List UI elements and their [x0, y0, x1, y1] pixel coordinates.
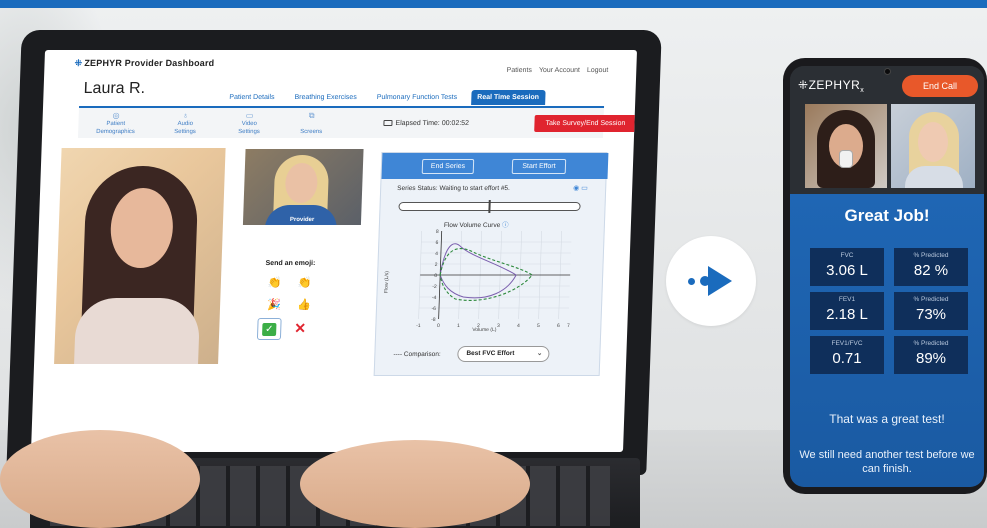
slider-thumb[interactable]: [488, 200, 491, 213]
user-icon: ◎: [112, 111, 120, 120]
audio-settings-button[interactable]: ♁ Audio Settings: [174, 111, 197, 136]
fev1-stat: FEV1 2.18 L: [810, 292, 884, 330]
svg-text:6: 6: [435, 240, 438, 246]
tab-breathing-exercises[interactable]: Breathing Exercises: [288, 90, 363, 105]
screen-icon: ⧉: [308, 111, 315, 120]
x-emoji-button[interactable]: ✕: [294, 320, 306, 337]
svg-text:0: 0: [434, 273, 437, 279]
results-panel: Great Job! FVC 3.06 L % Predicted 82 % FEV…: [790, 194, 984, 487]
left-hand: [0, 430, 200, 528]
comparison-label: ---- Comparison:: [393, 351, 441, 358]
svg-text:-8: -8: [431, 317, 436, 323]
thumbs-up-emoji-button[interactable]: 👍: [296, 298, 312, 312]
video-icon: ▭: [245, 111, 254, 120]
provider-video: Provider: [242, 149, 364, 225]
svg-text:4: 4: [517, 323, 520, 329]
zephyr-logo-icon: ⁜: [74, 58, 83, 68]
y-tick-labels: 8 6 4 2 0 -2 -4 -6 -8: [431, 229, 439, 323]
series-status: Series Status: Waiting to start effort #…: [397, 185, 511, 192]
fev1-predicted-stat: % Predicted 73%: [894, 292, 968, 330]
phone-screen: ⁜ZEPHYRx End Call Great Job! FVC 3.06 L %…: [790, 66, 984, 487]
svg-text:2: 2: [435, 262, 438, 268]
nav-account-link[interactable]: Your Account: [539, 67, 580, 74]
svg-text:-1: -1: [416, 323, 421, 329]
flow-panel-header: End Series Start Effort: [381, 153, 609, 179]
patient-call-video: [805, 104, 887, 188]
svg-text:3: 3: [497, 323, 500, 329]
end-series-button[interactable]: End Series: [421, 159, 475, 174]
nav-patients-link[interactable]: Patients: [506, 67, 532, 74]
provider-call-video: [891, 104, 975, 188]
svg-text:5: 5: [537, 323, 540, 329]
video-settings-button[interactable]: ▭ Video Settings: [238, 111, 261, 136]
camera-icon: [383, 120, 393, 126]
arrow-right-icon: [708, 266, 732, 296]
end-call-button[interactable]: End Call: [902, 75, 978, 97]
tab-pulmonary-function-tests[interactable]: Pulmonary Function Tests: [371, 90, 464, 105]
y-axis-label: Flow (L/s): [383, 271, 391, 293]
tab-real-time-session[interactable]: Real Time Session: [470, 90, 546, 105]
arrow-dot-icon: [688, 278, 695, 285]
front-camera: [884, 68, 891, 75]
fvc-stat: FVC 3.06 L: [810, 248, 884, 286]
right-hand: [300, 440, 530, 528]
top-nav: Patients Your Account Logout: [506, 67, 608, 74]
svg-text:-6: -6: [431, 306, 436, 312]
laptop-screen: ⁜ ZEPHYR Provider Dashboard Patients Your…: [30, 50, 638, 452]
flow-volume-chart: 8 6 4 2 0 -2 -4 -6 -8 -1 0 1 2 3 4 5 6 7: [416, 229, 572, 329]
elapsed-time: Elapsed Time: 00:02:52: [383, 120, 469, 127]
check-emoji-button[interactable]: ✓: [256, 318, 282, 340]
clap-emoji-button-1[interactable]: 👏: [267, 276, 283, 290]
take-survey-end-session-button[interactable]: Take Survey/End Session: [534, 115, 637, 132]
svg-text:0: 0: [437, 323, 440, 329]
patient-video: [54, 148, 226, 364]
transfer-arrow-badge: [666, 236, 756, 326]
fev1-fvc-stat: FEV1/FVC 0.71: [810, 336, 884, 374]
emoji-title: Send an emoji:: [265, 260, 316, 267]
nav-logout-link[interactable]: Logout: [587, 67, 609, 74]
check-icon: ✓: [262, 323, 277, 336]
svg-text:8: 8: [436, 229, 439, 235]
x-axis-label: Volume (L): [472, 327, 497, 333]
phone-call-area: ⁜ZEPHYRx End Call: [790, 66, 984, 194]
top-banner-strip: [0, 0, 987, 8]
effort-slider[interactable]: [398, 200, 581, 213]
patient-demographics-button[interactable]: ◎ Patient Demographics: [96, 111, 136, 136]
fvc-predicted-stat: % Predicted 82 %: [894, 248, 968, 286]
results-headline: Great Job!: [844, 206, 930, 225]
comparison-select[interactable]: Best FVC Effort ⌄: [457, 346, 550, 362]
provider-label: Provider: [289, 217, 315, 223]
phone-logo: ⁜ZEPHYRx: [798, 78, 865, 94]
dashboard-header: ⁜ ZEPHYR Provider Dashboard Patients Your…: [44, 50, 637, 74]
next-test-message: We still need another test before we can…: [799, 449, 975, 475]
result-message: That was a great test!: [829, 412, 945, 426]
svg-text:4: 4: [435, 251, 438, 257]
clap-emoji-button-2[interactable]: 👏: [297, 276, 313, 290]
svg-text:6: 6: [557, 323, 560, 329]
party-emoji-button[interactable]: 🎉: [266, 298, 282, 312]
screens-button[interactable]: ⧉ Screens: [300, 111, 323, 136]
svg-text:7: 7: [567, 323, 570, 329]
fev1-fvc-predicted-stat: % Predicted 89%: [894, 336, 968, 374]
session-toolbar: ◎ Patient Demographics ♁ Audio Settings …: [77, 108, 637, 138]
svg-text:-2: -2: [432, 284, 437, 290]
chevron-down-icon: ⌄: [536, 350, 543, 357]
status-toggle-icon[interactable]: ◉ ▭: [573, 184, 588, 192]
svg-text:-4: -4: [432, 295, 437, 301]
start-effort-button[interactable]: Start Effort: [511, 159, 567, 174]
tab-patient-details[interactable]: Patient Details: [223, 90, 281, 105]
dashboard-logo: ⁜ ZEPHYR Provider Dashboard: [74, 58, 215, 68]
flow-volume-panel: End Series Start Effort Series Status: W…: [373, 152, 609, 376]
microphone-icon: ♁: [182, 111, 189, 120]
dashboard-tabs: Patient Details Breathing Exercises Pulm…: [223, 90, 546, 105]
svg-text:1: 1: [457, 323, 460, 329]
patient-name: Laura R.: [83, 80, 146, 97]
